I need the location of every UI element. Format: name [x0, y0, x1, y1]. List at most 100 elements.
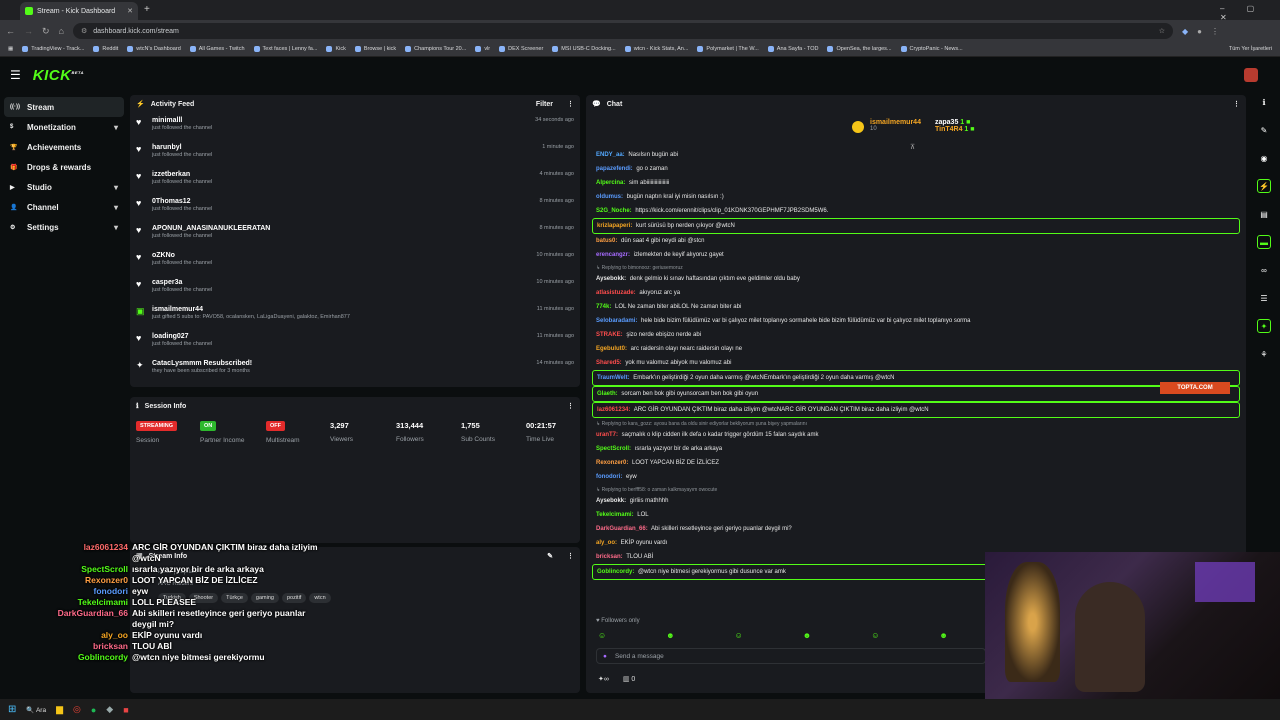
- emote-icon[interactable]: ☺: [598, 631, 606, 640]
- activity-username[interactable]: CatacLysmmm Resubscribed!: [152, 360, 252, 367]
- chat-username[interactable]: atlasistuzade:: [596, 290, 636, 296]
- bookmark-item[interactable]: Polymarket | The W...: [697, 46, 759, 52]
- sidebar-item-achievements[interactable]: 🏆 Achievements: [0, 137, 128, 157]
- bookmark-item[interactable]: Reddit: [93, 46, 118, 52]
- chat-username[interactable]: bricksan:: [596, 554, 623, 560]
- chat-username[interactable]: fonodori:: [596, 474, 622, 480]
- taskbar-search[interactable]: 🔍 Ara: [26, 706, 46, 714]
- bookmark-item[interactable]: MSI USB-C Docking...: [552, 46, 616, 52]
- spotify-icon[interactable]: ●: [91, 705, 96, 715]
- activity-username[interactable]: izzetberkan: [152, 171, 212, 178]
- info-tool-icon[interactable]: ℹ: [1257, 95, 1271, 109]
- activity-username[interactable]: APONUN_ANASINANUKLEERATAN: [152, 225, 270, 232]
- bookmark-item[interactable]: CryptoPanic - News...: [900, 46, 963, 52]
- chat-username[interactable]: Aysebokk:: [596, 276, 626, 282]
- emote-icon[interactable]: ☻: [666, 631, 674, 640]
- profile-icon[interactable]: ●: [1197, 27, 1202, 36]
- bookmark-item[interactable]: TradingView - Track...: [22, 46, 84, 52]
- edit-icon[interactable]: ✎: [547, 552, 553, 560]
- activity-username[interactable]: harunbyl: [152, 144, 212, 151]
- activity-username[interactable]: ismailmemur44: [152, 306, 350, 313]
- gifter-row[interactable]: TinT4R4 1 ■: [935, 126, 975, 133]
- chevron-down-icon[interactable]: ▾: [114, 203, 118, 212]
- chat-username[interactable]: Aysebokk:: [596, 498, 626, 504]
- chat-username[interactable]: TraumWelt:: [597, 375, 630, 381]
- document-tool-icon[interactable]: ▤: [1257, 207, 1271, 221]
- new-tab-button[interactable]: +: [144, 4, 150, 15]
- steam-icon[interactable]: ◆: [106, 704, 113, 715]
- chat-more-icon[interactable]: ⋮: [1233, 100, 1240, 108]
- share-tool-icon[interactable]: ⚘: [1257, 347, 1271, 361]
- sidebar-item-stream[interactable]: ((·)) Stream: [4, 97, 124, 117]
- camera-tool-icon[interactable]: ◉: [1257, 151, 1271, 165]
- chat-username[interactable]: Shared5:: [596, 360, 622, 366]
- reload-icon[interactable]: ↻: [42, 26, 50, 37]
- sidebar-item-drops-rewards[interactable]: 🎁 Drops & rewards: [0, 157, 128, 177]
- chrome-icon[interactable]: ◎: [73, 704, 81, 715]
- bookmark-item[interactable]: OpenSea, the larges...: [827, 46, 892, 52]
- link-tool-icon[interactable]: ∞: [1257, 263, 1271, 277]
- chat-username[interactable]: Tekelcimami:: [596, 512, 634, 518]
- app-icon[interactable]: ■: [123, 705, 128, 715]
- chat-username[interactable]: S2G_Noche:: [596, 208, 632, 214]
- chat-username[interactable]: Glaeth:: [597, 391, 618, 397]
- bookmark-item[interactable]: wtcn - Kick Stats, An...: [624, 46, 688, 52]
- wrench-tool-icon[interactable]: ✦: [1257, 319, 1271, 333]
- chat-username[interactable]: krizlapaperi:: [597, 223, 632, 229]
- chat-username[interactable]: 774k:: [596, 304, 611, 310]
- chat-tool-icon[interactable]: ▬: [1257, 235, 1271, 249]
- chat-username[interactable]: oldumus:: [596, 194, 623, 200]
- points-icon[interactable]: ▥ 0: [623, 675, 635, 683]
- activity-more-icon[interactable]: ⋮: [567, 100, 574, 108]
- chevron-down-icon[interactable]: ▾: [114, 223, 118, 232]
- emote-icon[interactable]: ☺: [871, 631, 879, 640]
- sidebar-item-studio[interactable]: ▶ Studio ▾: [0, 177, 128, 197]
- bookmark-item[interactable]: wtcN's Dashboard: [127, 46, 181, 52]
- filter-button[interactable]: Filter: [536, 101, 553, 108]
- sidebar-item-settings[interactable]: ⚙ Settings ▾: [0, 217, 128, 237]
- bookmark-item[interactable]: Text faces | Lenny fa...: [253, 46, 317, 52]
- forward-icon[interactable]: →: [24, 26, 33, 36]
- chat-username[interactable]: STRAKE:: [596, 332, 623, 338]
- hamburger-menu-icon[interactable]: ☰: [10, 68, 21, 82]
- bookmark-item[interactable]: DEX Screener: [499, 46, 543, 52]
- activity-username[interactable]: casper3a: [152, 279, 212, 286]
- chevron-down-icon[interactable]: ▾: [114, 183, 118, 192]
- session-more-icon[interactable]: ⋮: [567, 402, 574, 410]
- user-avatar[interactable]: [1244, 68, 1258, 82]
- kick-logo[interactable]: KICKBETA: [33, 67, 84, 84]
- pinned-gifter[interactable]: ismailmemur44 10: [870, 119, 921, 132]
- home-icon[interactable]: ⌂: [59, 26, 64, 36]
- bookmark-item[interactable]: vlr: [475, 46, 490, 52]
- chat-username[interactable]: Selobaradami:: [596, 318, 637, 324]
- chat-username[interactable]: papazefendi:: [596, 166, 633, 172]
- sidebar-item-channel[interactable]: 👤 Channel ▾: [0, 197, 128, 217]
- emote-icon[interactable]: ☻: [803, 631, 811, 640]
- chat-username[interactable]: SpectScroll:: [596, 446, 631, 452]
- chevron-down-icon[interactable]: ▾: [114, 123, 118, 132]
- gifter-row[interactable]: zapa35 1 ■: [935, 119, 975, 126]
- close-tab-icon[interactable]: ✕: [127, 7, 133, 15]
- activity-username[interactable]: loading027: [152, 333, 212, 340]
- folder-icon[interactable]: ▆: [56, 704, 63, 715]
- flash-tool-icon[interactable]: ⚡: [1257, 179, 1271, 193]
- bookmark-item[interactable]: Kick: [326, 46, 346, 52]
- chat-username[interactable]: DarkGuardian_66:: [596, 526, 648, 532]
- sidebar-item-monetization[interactable]: $ Monetization ▾: [0, 117, 128, 137]
- chat-username[interactable]: Goblincordy:: [597, 569, 634, 575]
- windows-start-icon[interactable]: ⊞: [8, 704, 16, 715]
- mic-icon[interactable]: ●: [603, 653, 607, 660]
- browser-tab[interactable]: Stream - Kick Dashboard ✕: [20, 2, 138, 20]
- list-tool-icon[interactable]: ☰: [1257, 291, 1271, 305]
- stream-info-more-icon[interactable]: ⋮: [567, 552, 574, 560]
- site-info-icon[interactable]: ⚙: [81, 27, 87, 35]
- bookmark-item[interactable]: All Games - Twitch: [189, 46, 245, 52]
- back-icon[interactable]: ←: [6, 26, 15, 36]
- menu-icon[interactable]: ⋮: [1211, 27, 1219, 36]
- bookmark-item[interactable]: Champions Tour 20...: [405, 46, 466, 52]
- activity-username[interactable]: 0Thomas12: [152, 198, 212, 205]
- extension-icon[interactable]: ◆: [1182, 27, 1188, 36]
- chat-username[interactable]: laz6061234:: [597, 407, 630, 413]
- chat-username[interactable]: Egebulut0:: [596, 346, 627, 352]
- chat-username[interactable]: erencangzr:: [596, 252, 630, 258]
